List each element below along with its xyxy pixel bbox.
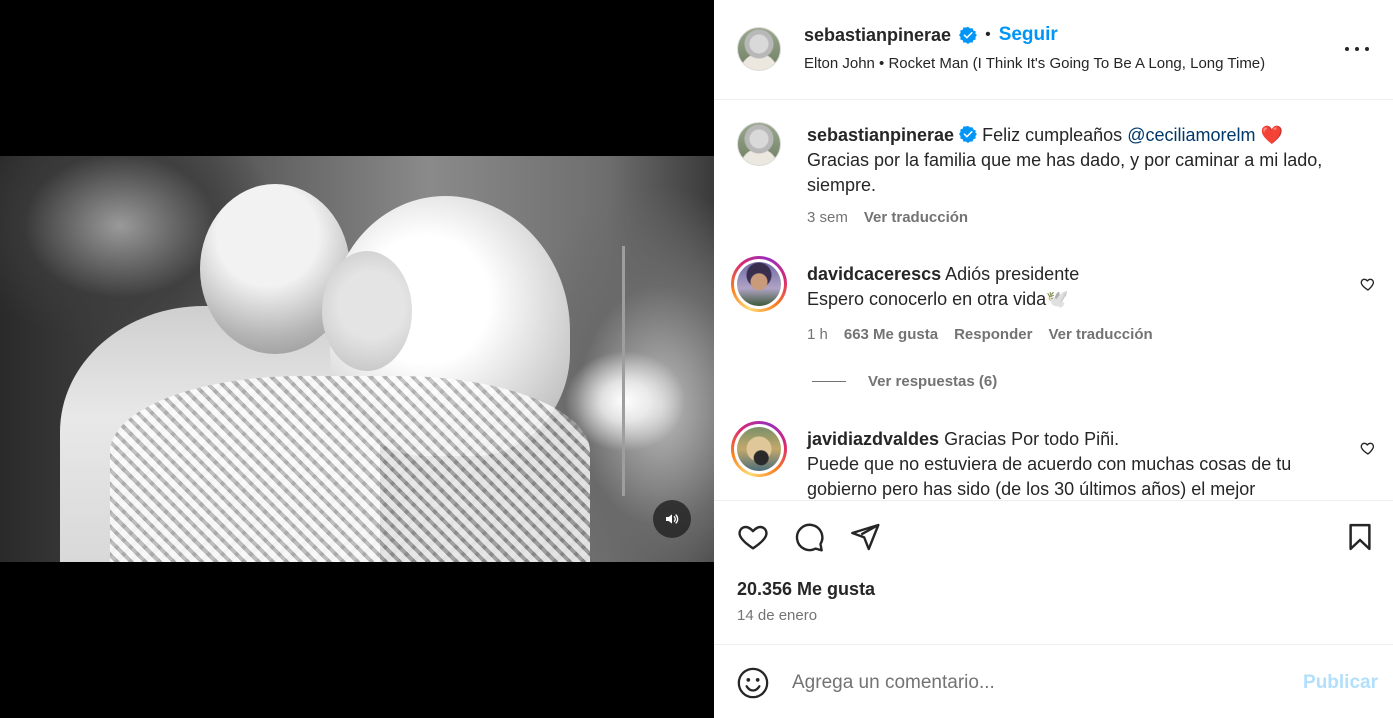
comment-username[interactable]: davidcacerescs: [807, 264, 941, 284]
comment-like-heart-icon[interactable]: [1360, 276, 1376, 292]
verified-badge-icon: [959, 26, 978, 44]
comment-composer: Publicar: [714, 645, 1393, 718]
music-info[interactable]: Elton John • Rocket Man (I Think It's Go…: [804, 55, 1265, 72]
comment-body-1: Adiós presidente: [945, 264, 1080, 284]
video-light-stand: [622, 246, 625, 496]
caption-username[interactable]: sebastianpinerae: [807, 125, 954, 145]
caption-translate-button[interactable]: Ver traducción: [864, 209, 968, 226]
caption-text-start: Feliz cumpleaños: [982, 125, 1128, 145]
post-header: sebastianpinerae • Seguir Elton John • R…: [714, 0, 1393, 100]
media-pane: [0, 0, 714, 718]
sound-toggle-button[interactable]: [653, 500, 691, 538]
comment-text: javidiazdvaldes Gracias Por todo Piñi. P…: [807, 427, 1337, 500]
comment-username[interactable]: javidiazdvaldes: [807, 429, 939, 449]
more-options-button[interactable]: [1345, 40, 1369, 58]
comment-avatar[interactable]: [731, 421, 787, 477]
replies-divider: [812, 381, 846, 382]
heart-emoji: ❤️: [1260, 125, 1283, 145]
post-actions: 20.356 Me gusta 14 de enero: [714, 501, 1393, 645]
share-icon: [851, 523, 880, 551]
speaker-icon: [666, 514, 679, 524]
caption-time[interactable]: 3 sem: [807, 209, 848, 226]
caption-text-body: Gracias por la familia que me has dado, …: [807, 150, 1323, 195]
save-button[interactable]: [1343, 520, 1377, 554]
share-button[interactable]: [848, 520, 882, 554]
post-date[interactable]: 14 de enero: [737, 607, 817, 624]
comment-avatar[interactable]: [731, 256, 787, 312]
bookmark-icon: [1349, 523, 1371, 551]
view-replies-label: Ver respuestas (6): [868, 373, 998, 390]
comments-list[interactable]: sebastianpinerae Feliz cumpleaños @cecil…: [714, 100, 1393, 501]
avatar[interactable]: [737, 27, 781, 71]
comment-translate-button[interactable]: Ver traducción: [1048, 326, 1152, 343]
publish-button[interactable]: Publicar: [1303, 672, 1378, 694]
like-button[interactable]: [736, 520, 770, 554]
video-figure-woman-face: [322, 251, 412, 371]
verified-badge-icon: [959, 125, 978, 143]
comment-body-1: Gracias Por todo Piñi.: [944, 429, 1120, 449]
video-lace-shirt: [110, 376, 590, 562]
comment-like-heart-icon[interactable]: [1360, 440, 1376, 456]
more-options-icon: [1345, 47, 1349, 51]
comment-body-2: Puede que no estuviera de acuerdo con mu…: [807, 454, 1292, 499]
comment-text: davidcacerescs Adiós presidente Espero c…: [807, 262, 1327, 312]
post-video[interactable]: [0, 156, 714, 562]
comment-body-2: Espero conocerlo en otra vida🕊️: [807, 289, 1069, 309]
comment-meta: 1 h 663 Me gusta Responder Ver traducció…: [807, 326, 1153, 343]
emoji-icon: [737, 667, 769, 699]
comment-reply-button[interactable]: Responder: [954, 326, 1032, 343]
header-username[interactable]: sebastianpinerae: [804, 25, 951, 46]
comment-likes-count[interactable]: 663 Me gusta: [844, 326, 938, 343]
caption-avatar[interactable]: [737, 122, 781, 166]
caption-meta: 3 sem Ver traducción: [807, 209, 968, 226]
comment-icon: [795, 523, 824, 552]
likes-count[interactable]: 20.356 Me gusta: [737, 579, 875, 600]
view-replies-button[interactable]: Ver respuestas (6): [812, 373, 997, 390]
comment-input[interactable]: [792, 669, 1262, 697]
follow-button[interactable]: Seguir: [999, 24, 1058, 46]
heart-icon: [738, 525, 768, 550]
caption-mention-link[interactable]: @ceciliamorelm: [1127, 125, 1255, 145]
comment-button[interactable]: [792, 520, 826, 554]
comment-time[interactable]: 1 h: [807, 326, 828, 343]
emoji-button[interactable]: [736, 666, 770, 700]
post-panel: sebastianpinerae • Seguir Elton John • R…: [714, 0, 1393, 718]
header-user-row: sebastianpinerae • Seguir: [804, 24, 1058, 46]
header-separator: •: [985, 26, 991, 43]
caption-text: sebastianpinerae Feliz cumpleaños @cecil…: [807, 123, 1327, 198]
